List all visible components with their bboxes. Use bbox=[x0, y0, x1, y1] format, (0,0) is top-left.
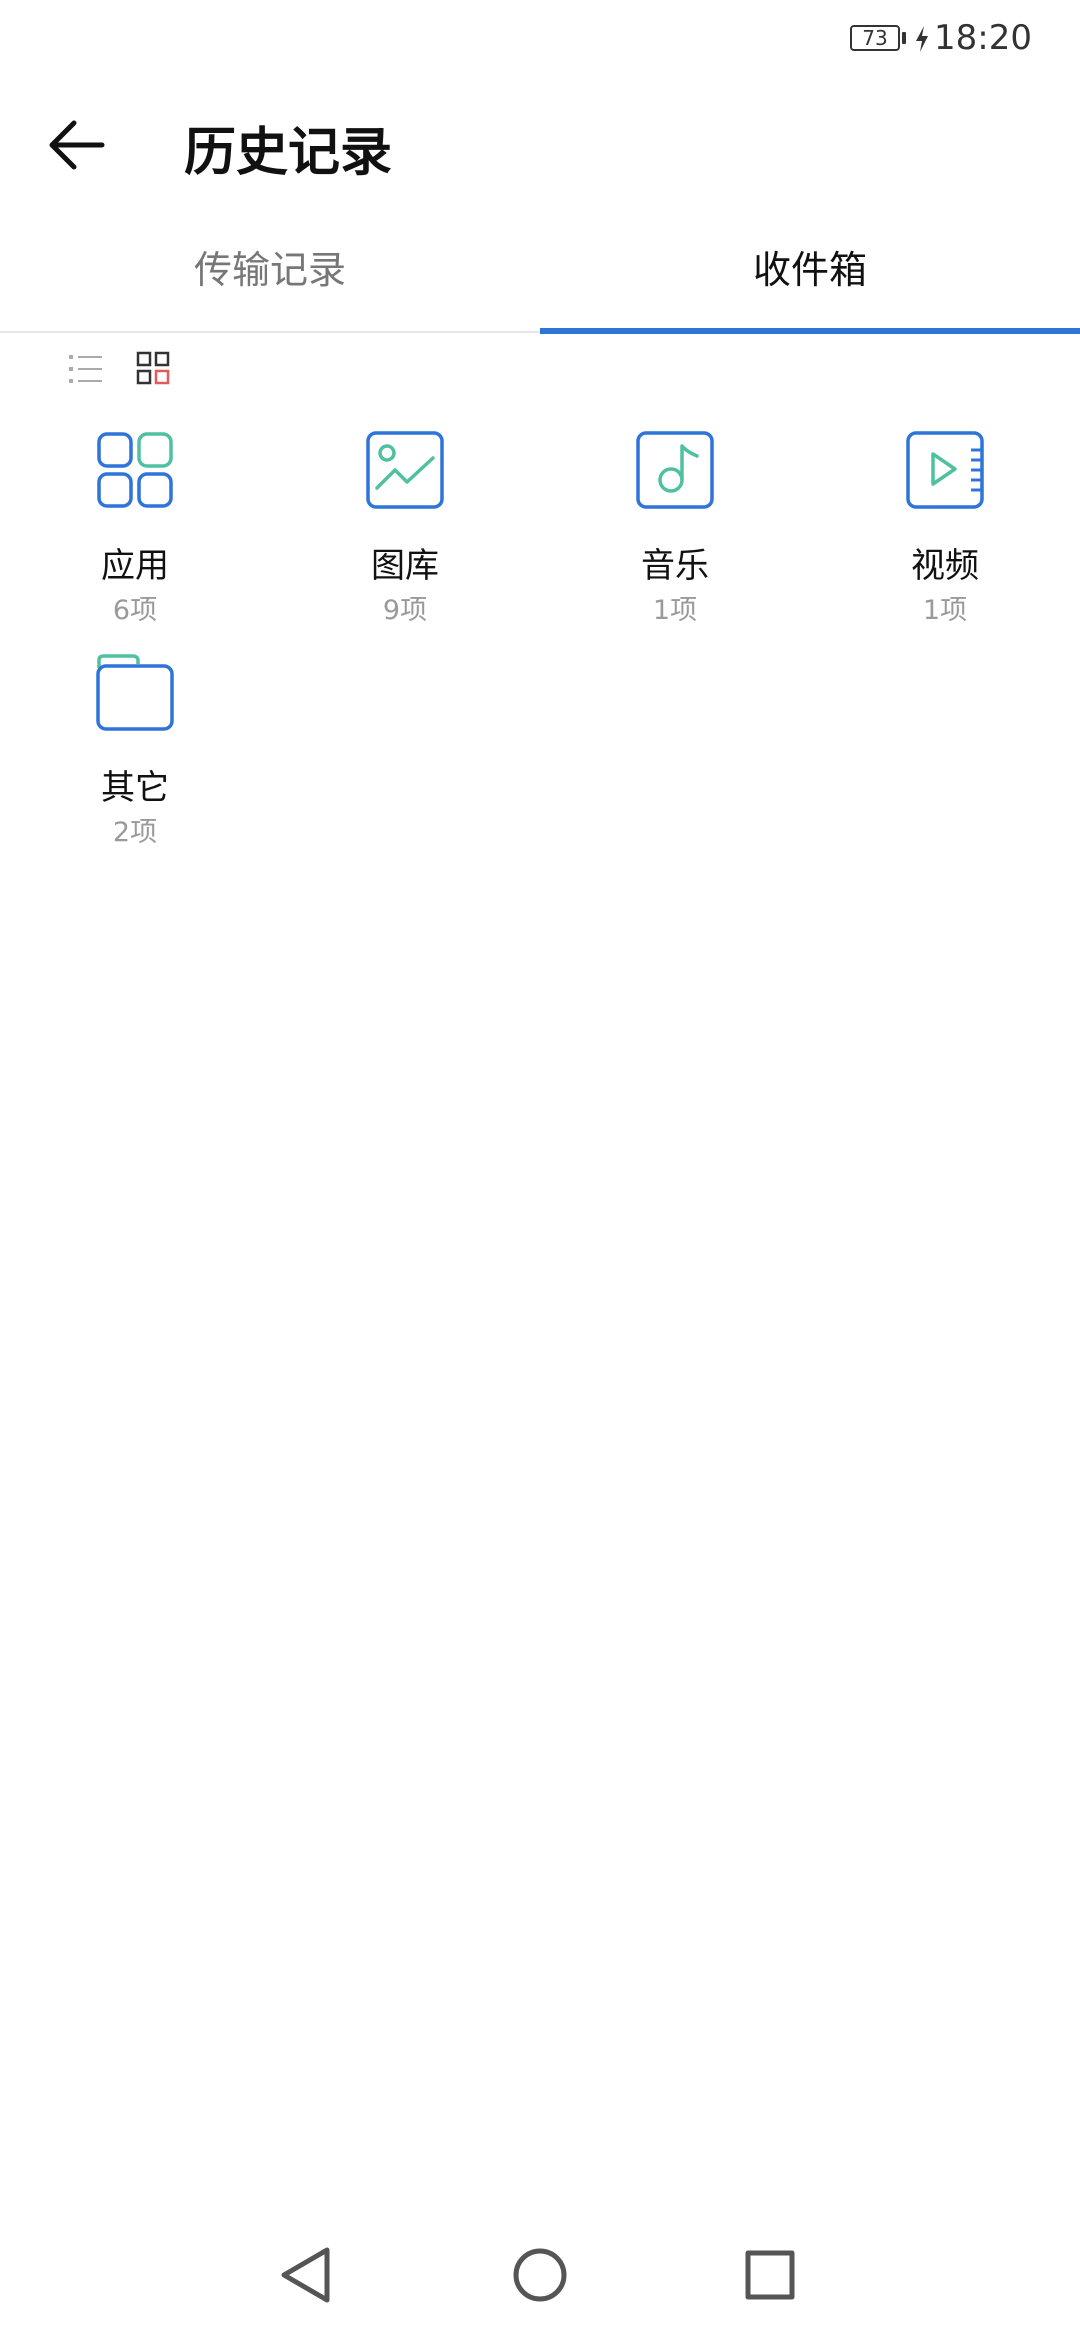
category-gallery[interactable]: 图库 9项 bbox=[270, 430, 540, 640]
back-triangle-icon[interactable] bbox=[272, 2240, 342, 2310]
charging-icon bbox=[916, 26, 928, 52]
folder-icon bbox=[96, 654, 174, 731]
gallery-icon bbox=[366, 431, 444, 509]
category-count: 2项 bbox=[112, 817, 158, 848]
tab-bar: 传输记录 收件箱 bbox=[0, 225, 1080, 334]
category-apps[interactable]: 应用 6项 bbox=[0, 430, 270, 640]
category-label: 其它 bbox=[101, 768, 169, 808]
tab-transfer-records[interactable]: 传输记录 bbox=[0, 225, 540, 329]
apps-icon bbox=[97, 432, 173, 508]
category-label: 音乐 bbox=[641, 546, 709, 586]
category-count: 1项 bbox=[922, 595, 968, 626]
navigation-bar bbox=[0, 2220, 1080, 2340]
home-circle-icon[interactable] bbox=[505, 2240, 575, 2310]
recents-square-icon[interactable] bbox=[735, 2240, 805, 2310]
video-icon bbox=[906, 431, 984, 509]
category-other[interactable]: 其它 2项 bbox=[0, 652, 270, 862]
tab-inbox[interactable]: 收件箱 bbox=[540, 225, 1080, 329]
tab-indicator bbox=[540, 328, 1080, 334]
category-video[interactable]: 视频 1项 bbox=[810, 430, 1080, 640]
page-title: 历史记录 bbox=[184, 123, 393, 183]
category-count: 6项 bbox=[112, 595, 158, 626]
category-label: 图库 bbox=[371, 546, 439, 586]
back-arrow-icon[interactable] bbox=[40, 105, 120, 185]
clock: 18:20 bbox=[934, 18, 1032, 58]
category-count: 1项 bbox=[652, 595, 698, 626]
music-icon bbox=[636, 431, 714, 509]
battery-level: 73 bbox=[862, 26, 888, 50]
battery-tip bbox=[902, 32, 906, 44]
list-icon[interactable] bbox=[64, 345, 114, 395]
header: 历史记录 bbox=[0, 95, 1080, 195]
category-music[interactable]: 音乐 1项 bbox=[540, 430, 810, 640]
grid-icon[interactable] bbox=[132, 345, 182, 395]
status-bar: 73 18:20 bbox=[0, 0, 1080, 80]
battery-icon: 73 bbox=[850, 25, 900, 51]
category-count: 9项 bbox=[382, 595, 428, 626]
screen: 73 18:20 历史记录 传输记录 收件箱 应用 6项 图库 9项 音乐 1项… bbox=[0, 0, 1080, 2340]
category-label: 视频 bbox=[911, 546, 979, 586]
category-label: 应用 bbox=[101, 546, 169, 586]
